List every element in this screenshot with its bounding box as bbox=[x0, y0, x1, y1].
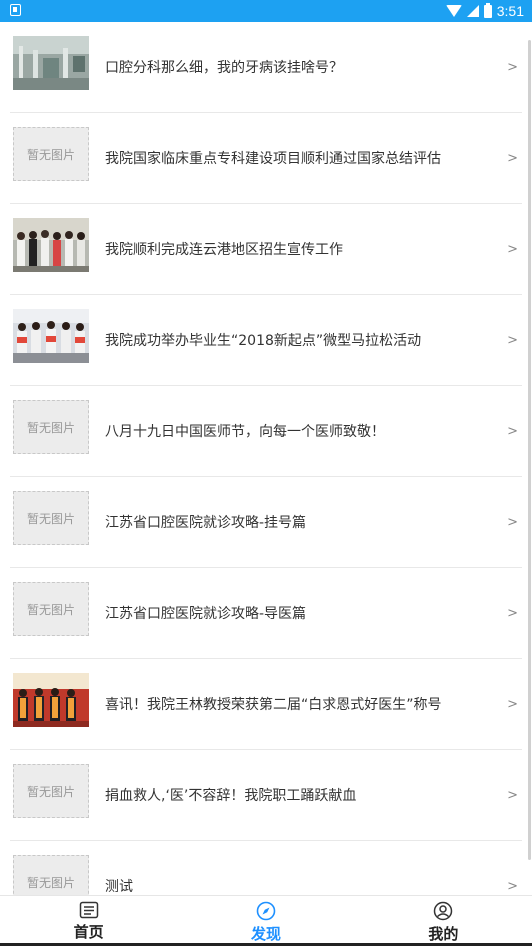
chevron-right-icon: > bbox=[507, 423, 518, 439]
chevron-right-icon: > bbox=[507, 241, 518, 257]
list-item[interactable]: 暂无图片 江苏省口腔医院就诊攻略-挂号篇 > bbox=[10, 477, 522, 568]
list-item[interactable]: 暂无图片 我院国家临床重点专科建设项目顺利通过国家总结评估 > bbox=[10, 113, 522, 204]
news-icon bbox=[79, 901, 98, 919]
list-item[interactable]: 我院成功举办毕业生“2018新起点”微型马拉松活动 > bbox=[10, 295, 522, 386]
list-item[interactable]: 口腔分科那么细，我的牙病该挂啥号？ > bbox=[10, 22, 522, 113]
article-title: 江苏省口腔医院就诊攻略-挂号篇 bbox=[105, 515, 307, 531]
chevron-right-icon: > bbox=[507, 787, 518, 803]
list-item[interactable]: 我院顺利完成连云港地区招生宣传工作 > bbox=[10, 204, 522, 295]
article-title: 我院国家临床重点专科建设项目顺利通过国家总结评估 bbox=[105, 151, 441, 167]
status-bar: 3:51 bbox=[0, 0, 532, 22]
article-title: 我院成功举办毕业生“2018新起点”微型马拉松活动 bbox=[105, 333, 422, 349]
article-title: 喜讯！我院王林教授荣获第二届“白求恩式好医生”称号 bbox=[105, 697, 442, 713]
article-title: 捐血救人,‘医’不容辞！我院职工踊跃献血 bbox=[105, 788, 357, 804]
article-thumbnail bbox=[13, 309, 89, 363]
tab-label: 首页 bbox=[73, 923, 104, 941]
chevron-right-icon: > bbox=[507, 332, 518, 348]
chevron-right-icon: > bbox=[507, 150, 518, 166]
article-thumbnail bbox=[13, 218, 89, 272]
tab-discover[interactable]: 发现 bbox=[177, 896, 354, 946]
scrollbar[interactable] bbox=[528, 40, 531, 860]
thumbnail-placeholder: 暂无图片 bbox=[13, 400, 89, 454]
article-title: 口腔分科那么细，我的牙病该挂啥号？ bbox=[105, 60, 343, 76]
wifi-icon bbox=[445, 5, 462, 17]
article-thumbnail bbox=[13, 36, 89, 90]
article-title: 八月十九日中国医师节，向每一个医师致敬！ bbox=[105, 424, 385, 440]
tab-label: 我的 bbox=[428, 925, 459, 943]
status-time: 3:51 bbox=[496, 3, 524, 19]
article-title: 江苏省口腔医院就诊攻略-导医篇 bbox=[105, 606, 307, 622]
list-item[interactable]: 暂无图片 八月十九日中国医师节，向每一个医师致敬！ > bbox=[10, 386, 522, 477]
list-item[interactable]: 暂无图片 江苏省口腔医院就诊攻略-导医篇 > bbox=[10, 568, 522, 659]
notification-icon bbox=[10, 4, 21, 16]
bottom-tab-bar: 首页 发现 我的 bbox=[0, 895, 532, 946]
battery-icon bbox=[483, 2, 492, 18]
list-item[interactable]: 暂无图片 捐血救人,‘医’不容辞！我院职工踊跃献血 > bbox=[10, 750, 522, 841]
chevron-right-icon: > bbox=[507, 514, 518, 530]
tab-label: 发现 bbox=[250, 925, 281, 943]
article-title: 我院顺利完成连云港地区招生宣传工作 bbox=[105, 242, 343, 258]
list-item[interactable]: 暂无图片 测试 > bbox=[10, 841, 522, 895]
signal-icon bbox=[466, 5, 479, 17]
chevron-right-icon: > bbox=[507, 605, 518, 621]
compass-icon bbox=[256, 901, 276, 921]
article-list[interactable]: 口腔分科那么细，我的牙病该挂啥号？ > 暂无图片 我院国家临床重点专科建设项目顺… bbox=[0, 22, 532, 895]
tab-home[interactable]: 首页 bbox=[0, 896, 177, 946]
thumbnail-placeholder: 暂无图片 bbox=[13, 491, 89, 545]
article-thumbnail bbox=[13, 673, 89, 727]
chevron-right-icon: > bbox=[507, 59, 518, 75]
thumbnail-placeholder: 暂无图片 bbox=[13, 127, 89, 181]
thumbnail-placeholder: 暂无图片 bbox=[13, 764, 89, 818]
thumbnail-placeholder: 暂无图片 bbox=[13, 582, 89, 636]
article-title: 测试 bbox=[105, 879, 133, 895]
thumbnail-placeholder: 暂无图片 bbox=[13, 855, 89, 895]
user-icon bbox=[434, 901, 453, 921]
chevron-right-icon: > bbox=[507, 878, 518, 894]
list-item[interactable]: 喜讯！我院王林教授荣获第二届“白求恩式好医生”称号 > bbox=[10, 659, 522, 750]
chevron-right-icon: > bbox=[507, 696, 518, 712]
tab-mine[interactable]: 我的 bbox=[355, 896, 532, 946]
